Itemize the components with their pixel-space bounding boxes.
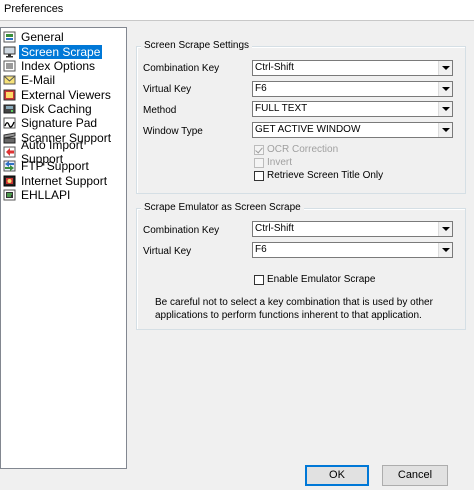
tree-item-internet-support[interactable]: Internet Support	[3, 174, 109, 188]
group-title: Scrape Emulator as Screen Scrape	[141, 202, 304, 214]
invert-checkbox[interactable]	[254, 158, 264, 168]
tree-item-auto-import-support[interactable]: Auto Import Support	[3, 138, 126, 166]
index-icon	[3, 60, 16, 72]
tree-item-email[interactable]: E-Mail	[3, 73, 57, 87]
scanner-icon	[3, 132, 16, 144]
window-title: Preferences	[4, 3, 64, 15]
viewer-icon	[3, 89, 16, 101]
emulator-virtual-key-value: F6	[255, 244, 267, 255]
tree-item-label: E-Mail	[21, 73, 56, 87]
ok-button[interactable]: OK	[305, 465, 369, 486]
tree-item-label: Disk Caching	[21, 102, 92, 116]
chevron-down-icon[interactable]	[438, 222, 452, 236]
import-icon	[3, 146, 16, 158]
virtual-key-select[interactable]: F6	[252, 81, 453, 97]
signature-icon	[3, 117, 16, 129]
combination-key-value: Ctrl-Shift	[255, 62, 294, 73]
tree-item-label: Internet Support	[21, 174, 108, 188]
window-type-select[interactable]: GET ACTIVE WINDOW	[252, 122, 453, 138]
tree-item-disk-caching[interactable]: Disk Caching	[3, 102, 94, 116]
gear-icon	[3, 31, 16, 43]
emulator-virtual-key-select[interactable]: F6	[252, 242, 453, 258]
warning-note-line-2: applications to perform functions inhere…	[155, 310, 422, 321]
group-title: Screen Scrape Settings	[141, 40, 253, 52]
enable-emulator-scrape-checkbox[interactable]	[254, 275, 264, 285]
tree-item-ehllapi[interactable]: EHLLAPI	[3, 188, 72, 202]
emulator-combination-key-value: Ctrl-Shift	[255, 223, 294, 234]
window-type-label: Window Type	[143, 126, 203, 137]
retrieve-screen-title-checkbox[interactable]	[254, 171, 264, 181]
method-label: Method	[143, 105, 177, 116]
tree-item-label: External Viewers	[21, 88, 111, 102]
virtual-key-label: Virtual Key	[143, 84, 192, 95]
tree-item-screen-scrape[interactable]: Screen Scrape	[3, 45, 103, 59]
tree-item-index-options[interactable]: Index Options	[3, 59, 97, 73]
retrieve-screen-title-label: Retrieve Screen Title Only	[267, 170, 384, 181]
emulator-combination-key-select[interactable]: Ctrl-Shift	[252, 221, 453, 237]
ftp-icon	[3, 160, 16, 172]
warning-note-line-1: Be careful not to select a key combinati…	[155, 297, 433, 308]
method-value: FULL TEXT	[255, 103, 308, 114]
tree-item-ftp-support[interactable]: FTP Support	[3, 159, 91, 173]
internet-icon	[3, 175, 16, 187]
chevron-down-icon[interactable]	[438, 123, 452, 137]
ehllapi-icon	[3, 189, 16, 201]
virtual-key-value: F6	[255, 83, 267, 94]
emulator-virtual-key-label: Virtual Key	[143, 246, 192, 257]
monitor-icon	[3, 46, 16, 58]
chevron-down-icon[interactable]	[438, 102, 452, 116]
preferences-tree[interactable]: General Screen Scrape Index Options E-Ma…	[0, 27, 127, 469]
disk-icon	[3, 103, 16, 115]
method-select[interactable]: FULL TEXT	[252, 101, 453, 117]
tree-item-label: FTP Support	[21, 159, 89, 173]
emulator-combination-key-label: Combination Key	[143, 225, 220, 236]
tree-item-signature-pad[interactable]: Signature Pad	[3, 116, 99, 130]
tree-item-general[interactable]: General	[3, 30, 66, 44]
window-type-value: GET ACTIVE WINDOW	[255, 124, 361, 135]
invert-label: Invert	[267, 157, 293, 168]
enable-emulator-scrape-label: Enable Emulator Scrape	[267, 274, 376, 285]
cancel-button[interactable]: Cancel	[382, 465, 448, 486]
combination-key-label: Combination Key	[143, 63, 220, 74]
email-icon	[3, 74, 16, 86]
combination-key-select[interactable]: Ctrl-Shift	[252, 60, 453, 76]
tree-item-external-viewers[interactable]: External Viewers	[3, 88, 113, 102]
title-bar: Preferences	[0, 0, 474, 21]
chevron-down-icon[interactable]	[438, 61, 452, 75]
tree-item-label: Signature Pad	[21, 116, 98, 130]
ocr-correction-checkbox[interactable]	[254, 145, 264, 155]
tree-item-label: General	[21, 30, 64, 44]
tree-item-label: EHLLAPI	[21, 188, 71, 202]
chevron-down-icon[interactable]	[438, 82, 452, 96]
tree-item-label: Screen Scrape	[19, 45, 103, 59]
tree-item-label: Index Options	[21, 59, 96, 73]
ocr-correction-label: OCR Correction	[267, 144, 339, 155]
chevron-down-icon[interactable]	[438, 243, 452, 257]
